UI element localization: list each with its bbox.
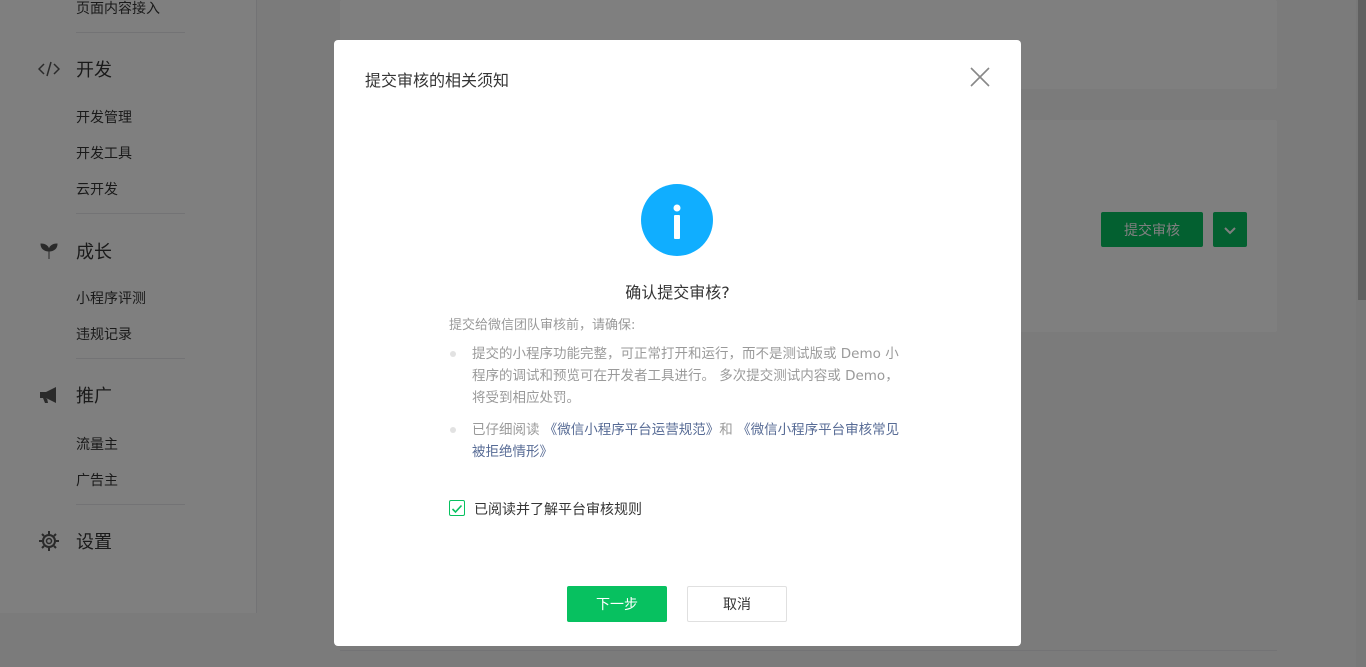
requirement-text-2: 已仔细阅读 《微信小程序平台运营规范》和 《微信小程序平台审核常见被拒绝情形》 (472, 419, 908, 463)
dialog-title: 提交审核的相关须知 (365, 71, 510, 90)
operation-rules-link[interactable]: 《微信小程序平台运营规范》 (544, 422, 720, 438)
cancel-button[interactable]: 取消 (687, 586, 787, 622)
agree-checkbox-label[interactable]: 已阅读并了解平台审核规则 (474, 499, 642, 519)
and-text: 和 (719, 422, 738, 438)
next-step-button[interactable]: 下一步 (567, 586, 667, 622)
bullet-dot (450, 351, 456, 357)
intro-text: 提交给微信团队审核前，请确保: (449, 318, 636, 333)
requirement-text-1: 提交的小程序功能完整，可正常打开和运行，而不是测试版或 Demo 小程序的调试和… (472, 346, 899, 406)
read-prefix: 已仔细阅读 (472, 422, 544, 438)
submit-review-dialog: 提交审核的相关须知 确认提交审核? 提交给微信团队审核前，请确保: 提交的小程序… (334, 40, 1021, 646)
check-icon (451, 504, 463, 514)
confirm-question: 确认提交审核? (625, 283, 730, 302)
bullet-dot (450, 427, 456, 433)
info-icon (641, 184, 713, 256)
agree-checkbox[interactable] (449, 500, 465, 516)
close-icon[interactable] (968, 65, 992, 89)
